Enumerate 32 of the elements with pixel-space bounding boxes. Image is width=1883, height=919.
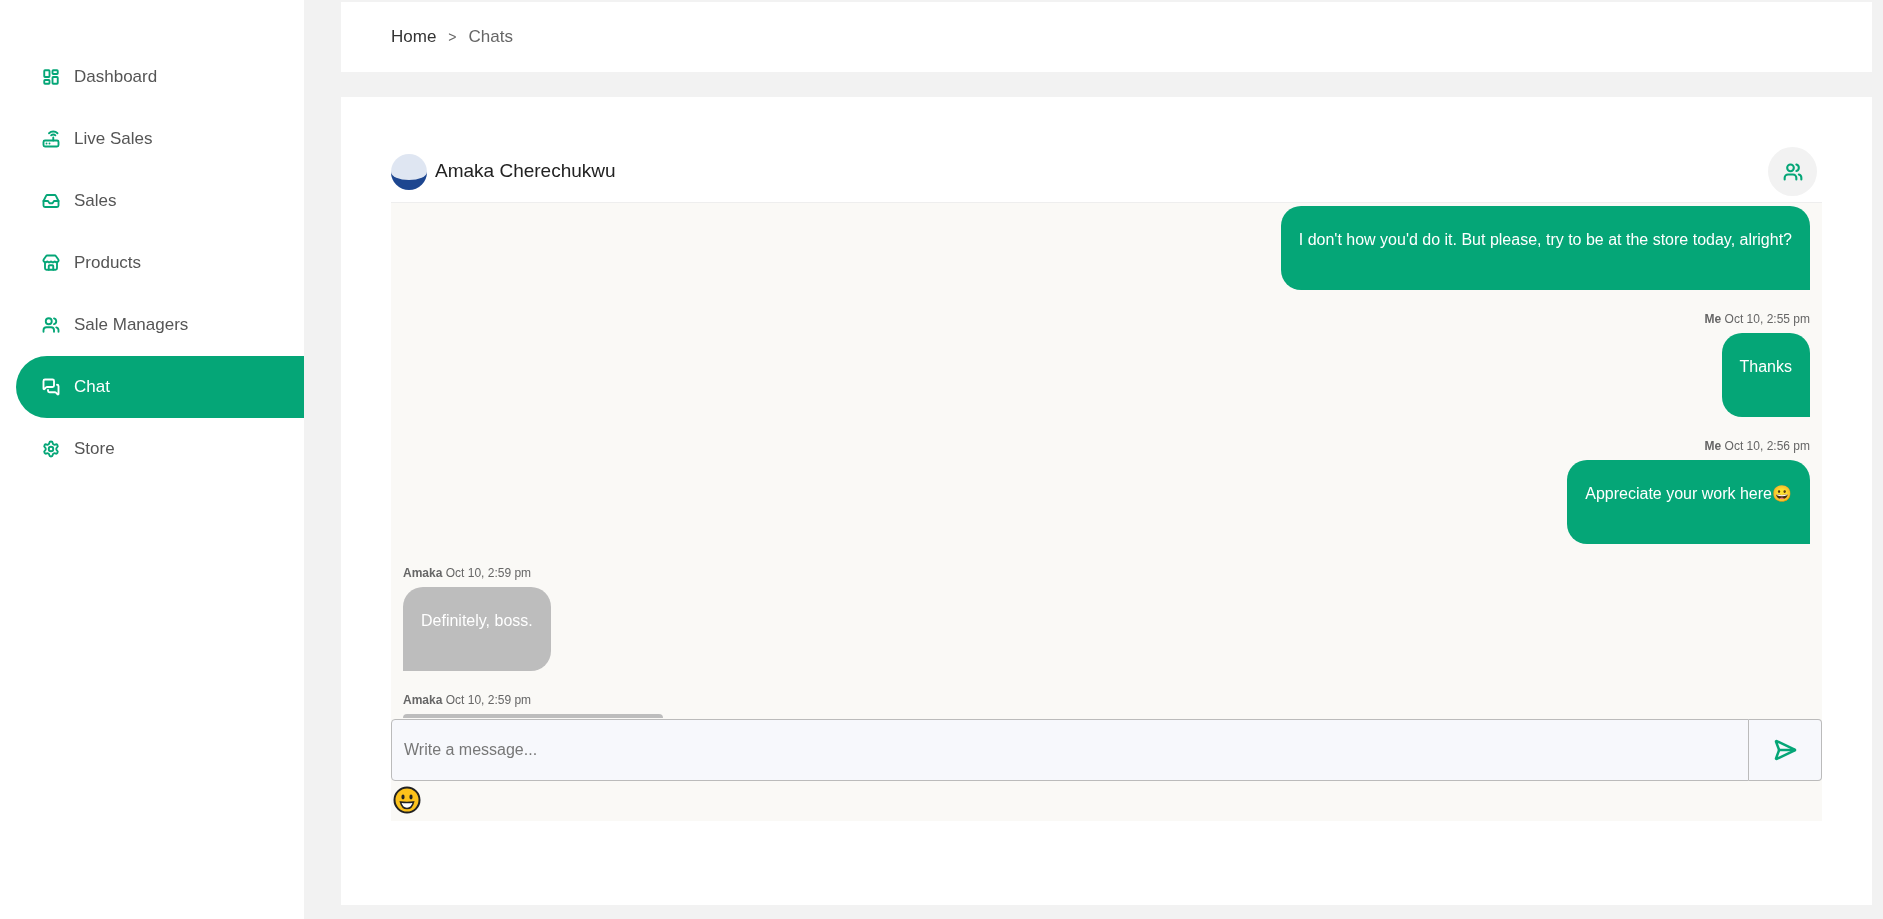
storefront-icon (42, 254, 60, 272)
tray-icon (42, 192, 60, 210)
message-bubble: Thanks (1721, 333, 1810, 417)
sidebar-item[interactable]: Sales (16, 170, 304, 232)
send-button[interactable] (1749, 719, 1822, 781)
router-icon (42, 130, 60, 148)
sidebar-item[interactable]: Products (16, 232, 304, 294)
send-icon (1773, 738, 1797, 762)
group-button[interactable] (1768, 147, 1817, 196)
settings-icon (42, 440, 60, 458)
chat-bubbles-icon (42, 378, 60, 396)
message-meta: Amaka Oct 10, 2:59 pm (403, 565, 532, 582)
message-bubble: Appreciate your work here😀 (1567, 460, 1810, 544)
users-icon (42, 316, 60, 334)
message-meta: Me Oct 10, 2:55 pm (1704, 311, 1810, 328)
message-meta: Me Oct 10, 2:56 pm (1704, 438, 1810, 455)
sidebar-item[interactable]: Sale Managers (16, 294, 304, 356)
sidebar-item[interactable]: Live Sales (16, 108, 304, 170)
contact-name: Amaka Cherechukwu (435, 159, 616, 184)
breadcrumb-separator: > (448, 27, 457, 47)
message-meta: Amaka Oct 10, 2:59 pm (403, 692, 532, 709)
emoji-button[interactable] (393, 786, 421, 814)
message-input[interactable]: Write a message... (391, 719, 1749, 781)
users-icon (1782, 161, 1803, 182)
breadcrumb-link[interactable]: Chats (468, 24, 513, 50)
avatar-placeholder (391, 153, 427, 190)
message-bubble: Definitely, boss. (403, 587, 551, 671)
breadcrumb-link[interactable]: Home (391, 24, 437, 50)
sidebar-item[interactable]: Dashboard (16, 46, 304, 108)
message-bubble: I don't how you'd do it. But please, try to be at the store today, alright? (1280, 206, 1810, 290)
dashboard-icon (42, 68, 60, 86)
sidebar-item[interactable]: Store (16, 418, 304, 480)
